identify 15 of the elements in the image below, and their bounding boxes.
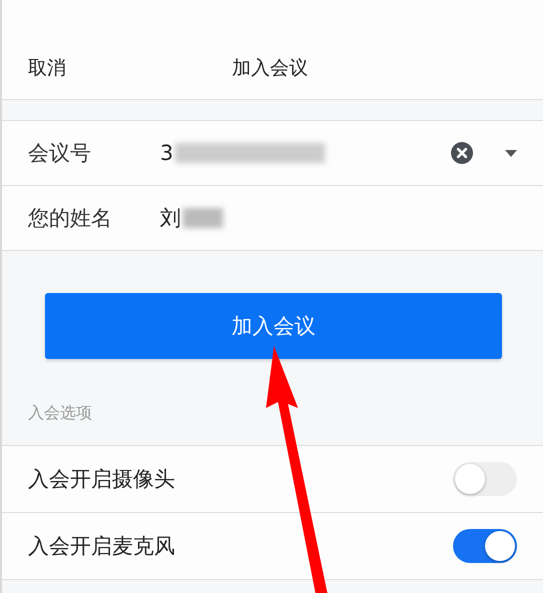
caret-icon[interactable] <box>505 150 517 156</box>
clear-icon[interactable] <box>451 142 473 164</box>
field-label: 会议号 <box>28 140 92 167</box>
input-field[interactable]: 3 <box>160 141 174 165</box>
option-label: 入会开启摄像头 <box>28 466 175 493</box>
input-field[interactable]: 刘 <box>160 204 181 232</box>
join-button[interactable]: 加入会议 <box>45 293 502 359</box>
option-label: 入会开启麦克风 <box>28 533 175 560</box>
field-label: 您的姓名 <box>28 205 113 232</box>
cancel-button[interactable]: 取消 <box>28 55 66 81</box>
toggle-switch[interactable] <box>453 462 517 496</box>
toggle-switch[interactable] <box>453 529 517 563</box>
section-heading: 入会选项 <box>28 403 92 422</box>
blurred-text <box>183 208 223 228</box>
page-title: 加入会议 <box>232 56 308 81</box>
